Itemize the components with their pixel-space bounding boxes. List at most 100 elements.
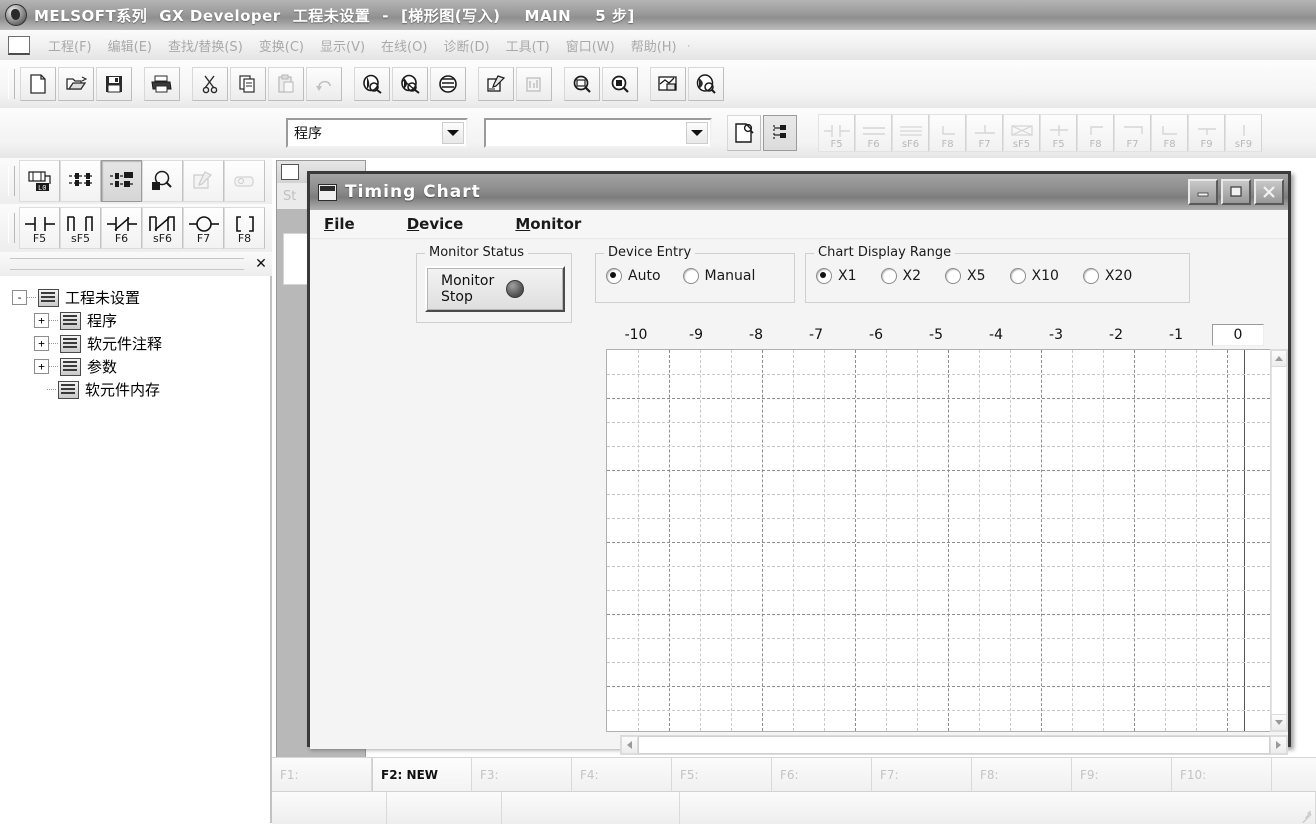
parallel-open-contact-icon[interactable]: sF5 bbox=[60, 207, 101, 249]
fkey-f8-topright[interactable]: F8 bbox=[1077, 114, 1114, 152]
toolbar-grip-3[interactable] bbox=[8, 213, 15, 243]
tree-node-device-memory[interactable]: 软元件内存 bbox=[12, 378, 270, 401]
monitor-mode-icon[interactable] bbox=[688, 67, 724, 101]
fkey-cell-f9[interactable]: F9: bbox=[1072, 758, 1172, 792]
fkey-f7-tee[interactable]: F7 bbox=[966, 114, 1003, 152]
cut-scissors-icon[interactable] bbox=[192, 67, 228, 101]
cursor-position-field[interactable]: 0 bbox=[1212, 324, 1264, 346]
close-x-icon[interactable]: ✕ bbox=[250, 255, 272, 273]
menu-diagnostics[interactable]: 诊断(D) bbox=[435, 34, 497, 57]
fkey-f5-plus[interactable]: F5 bbox=[1040, 114, 1077, 152]
scroll-left-arrow-icon[interactable] bbox=[621, 736, 638, 754]
tree-expander[interactable]: + bbox=[34, 336, 49, 351]
project-tree-icon[interactable] bbox=[763, 115, 797, 151]
fkey-cell-f7[interactable]: F7: bbox=[872, 758, 972, 792]
monitor-stop-button[interactable]: Monitor Stop bbox=[425, 266, 565, 312]
normally-open-contact-icon[interactable]: F5 bbox=[19, 207, 60, 249]
toolbar-grip-2[interactable] bbox=[8, 166, 15, 196]
scroll-right-arrow-icon[interactable] bbox=[1270, 736, 1287, 754]
convert-all-icon[interactable] bbox=[516, 67, 552, 101]
tb-print-preview[interactable] bbox=[224, 160, 265, 202]
fkey-cell-f3[interactable]: F3: bbox=[472, 758, 572, 792]
chevron-down-icon-2[interactable] bbox=[686, 122, 708, 144]
fkey-sf9-bar[interactable]: sF9 bbox=[1225, 114, 1262, 152]
fkey-cell-f2[interactable]: F2: NEW bbox=[372, 758, 472, 792]
menu-find-replace[interactable]: 查找/替换(S) bbox=[160, 34, 251, 57]
parallel-closed-contact-icon[interactable]: sF6 bbox=[142, 207, 183, 249]
tree-node-device-comment[interactable]: + 软元件注释 bbox=[12, 332, 270, 355]
tree-expander[interactable]: + bbox=[34, 313, 49, 328]
chart-horizontal-scrollbar[interactable] bbox=[620, 735, 1288, 755]
tree-header-grip[interactable] bbox=[10, 258, 244, 270]
radio-device-entry-manual[interactable]: Manual bbox=[682, 268, 755, 284]
fkey-f8-bottom[interactable]: F8 bbox=[1151, 114, 1188, 152]
zoom-out-icon[interactable] bbox=[564, 67, 600, 101]
radio-range-x5[interactable]: X5 bbox=[945, 268, 986, 284]
dialog-menu-monitor[interactable]: Monitor bbox=[515, 215, 607, 233]
timing-chart-title-bar[interactable]: Timing Chart bbox=[310, 174, 1288, 210]
normally-closed-contact-icon[interactable]: F6 bbox=[101, 207, 142, 249]
fkey-f6[interactable]: F6 bbox=[855, 114, 892, 152]
fkey-sf5-crossbox[interactable]: sF5 bbox=[1003, 114, 1040, 152]
paste-icon[interactable] bbox=[268, 67, 304, 101]
scroll-up-arrow-icon[interactable] bbox=[1271, 350, 1287, 367]
radio-range-x2[interactable]: X2 bbox=[880, 268, 921, 284]
menu-tools[interactable]: 工具(T) bbox=[498, 34, 558, 57]
timing-chart-plot-area[interactable] bbox=[606, 349, 1270, 732]
tree-node-project-root[interactable]: - 工程未设置 bbox=[12, 286, 270, 309]
menu-help[interactable]: 帮助(H) bbox=[623, 34, 685, 57]
fkey-cell-f4[interactable]: F4: bbox=[572, 758, 672, 792]
radio-range-x10[interactable]: X10 bbox=[1009, 268, 1059, 284]
copy-icon[interactable] bbox=[230, 67, 266, 101]
open-folder-icon[interactable] bbox=[58, 67, 94, 101]
save-disk-icon[interactable] bbox=[96, 67, 132, 101]
fkey-cell-f10[interactable]: F10: bbox=[1172, 758, 1272, 792]
coil-icon[interactable]: F7 bbox=[183, 207, 224, 249]
fkey-cell-f6[interactable]: F6: bbox=[772, 758, 872, 792]
close-button[interactable] bbox=[1254, 179, 1284, 205]
tb-device-search[interactable] bbox=[142, 160, 183, 202]
comment-display-icon[interactable] bbox=[650, 67, 686, 101]
tb-ladder-write[interactable] bbox=[101, 160, 142, 202]
tb-edit-pencil[interactable] bbox=[183, 160, 224, 202]
program-type-combo[interactable]: 程序 bbox=[286, 118, 468, 148]
radio-range-x1[interactable]: X1 bbox=[816, 268, 857, 284]
tree-expander[interactable]: + bbox=[34, 359, 49, 374]
fkey-cell-f1[interactable]: F1: bbox=[272, 758, 372, 792]
find-contact-icon[interactable] bbox=[430, 67, 466, 101]
tb-device-memory[interactable]: L0 bbox=[19, 160, 60, 202]
chart-vertical-scrollbar[interactable] bbox=[1270, 349, 1288, 732]
tree-node-parameter[interactable]: + 参数 bbox=[12, 355, 270, 378]
undo-icon[interactable] bbox=[306, 67, 342, 101]
tb-ladder-edit[interactable] bbox=[60, 160, 101, 202]
radio-range-x20[interactable]: X20 bbox=[1082, 268, 1132, 284]
fkey-f5-contact[interactable]: F5 bbox=[818, 114, 855, 152]
fkey-f8-corner[interactable]: F8 bbox=[929, 114, 966, 152]
tree-expander[interactable]: - bbox=[12, 290, 27, 305]
menu-edit[interactable]: 编辑(E) bbox=[100, 34, 160, 57]
menu-window[interactable]: 窗口(W) bbox=[558, 34, 623, 57]
menu-online[interactable]: 在线(O) bbox=[373, 34, 435, 57]
zoom-in-icon[interactable] bbox=[602, 67, 638, 101]
fkey-cell-f5[interactable]: F5: bbox=[672, 758, 772, 792]
fkey-f9-equal[interactable]: F9 bbox=[1188, 114, 1225, 152]
convert-icon[interactable] bbox=[478, 67, 514, 101]
minimize-button[interactable] bbox=[1188, 179, 1218, 205]
program-name-input[interactable] bbox=[486, 122, 674, 144]
dialog-menu-device[interactable]: Device bbox=[407, 215, 490, 233]
fkey-cell-f8[interactable]: F8: bbox=[972, 758, 1072, 792]
toolbar-grip[interactable] bbox=[8, 69, 15, 99]
resize-grip-icon[interactable] bbox=[1300, 808, 1314, 824]
menu-convert[interactable]: 变换(C) bbox=[251, 34, 312, 57]
chevron-down-icon[interactable] bbox=[442, 122, 464, 144]
fkey-f7-topbar[interactable]: F7 bbox=[1114, 114, 1151, 152]
scroll-down-arrow-icon[interactable] bbox=[1271, 714, 1287, 731]
fkey-sf6[interactable]: sF6 bbox=[892, 114, 929, 152]
find-device-icon[interactable] bbox=[354, 67, 390, 101]
hscroll-thumb[interactable] bbox=[638, 736, 1270, 754]
menu-project[interactable]: 工程(F) bbox=[40, 34, 100, 57]
application-instruction-icon[interactable]: F8 bbox=[224, 207, 265, 249]
maximize-button[interactable] bbox=[1221, 179, 1251, 205]
radio-device-entry-auto[interactable]: Auto bbox=[606, 268, 661, 284]
new-doc-search-icon[interactable] bbox=[727, 115, 761, 151]
